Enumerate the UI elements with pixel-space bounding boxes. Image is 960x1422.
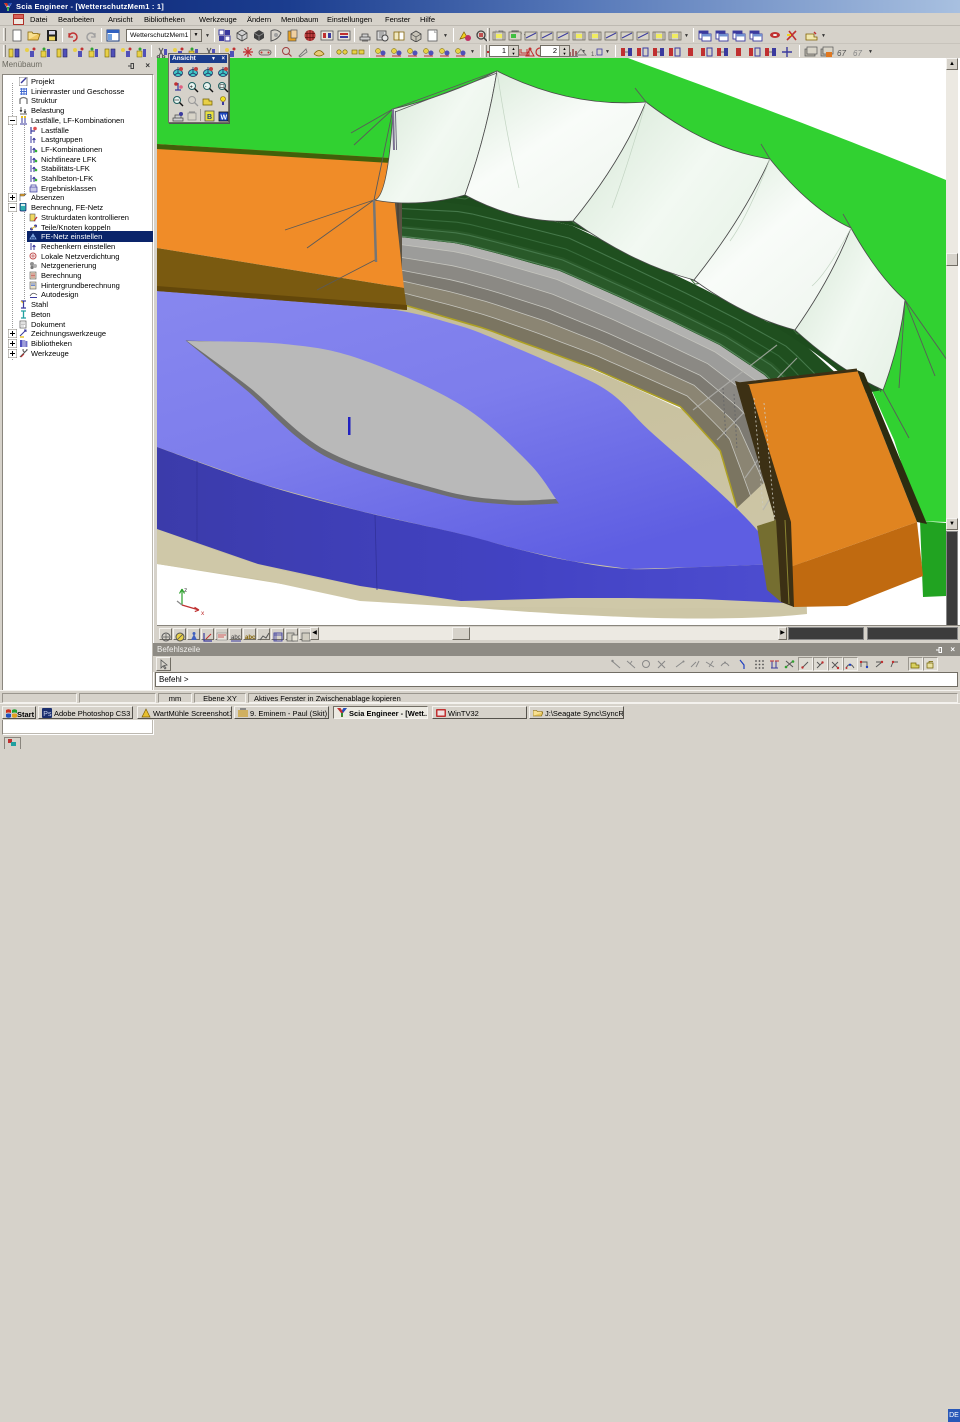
svg-text:B: B: [207, 114, 212, 121]
svg-text:-: -: [205, 84, 207, 90]
svg-text:+: +: [190, 84, 193, 90]
svg-text:x: x: [201, 610, 205, 617]
svg-text:W: W: [221, 115, 228, 122]
svg-text:Ps: Ps: [43, 711, 52, 718]
svg-text:67: 67: [837, 49, 846, 58]
svg-text:z: z: [184, 587, 187, 594]
svg-text:abc: abc: [231, 635, 241, 641]
svg-text:67: 67: [853, 49, 862, 58]
svg-text:abc: abc: [245, 635, 256, 641]
